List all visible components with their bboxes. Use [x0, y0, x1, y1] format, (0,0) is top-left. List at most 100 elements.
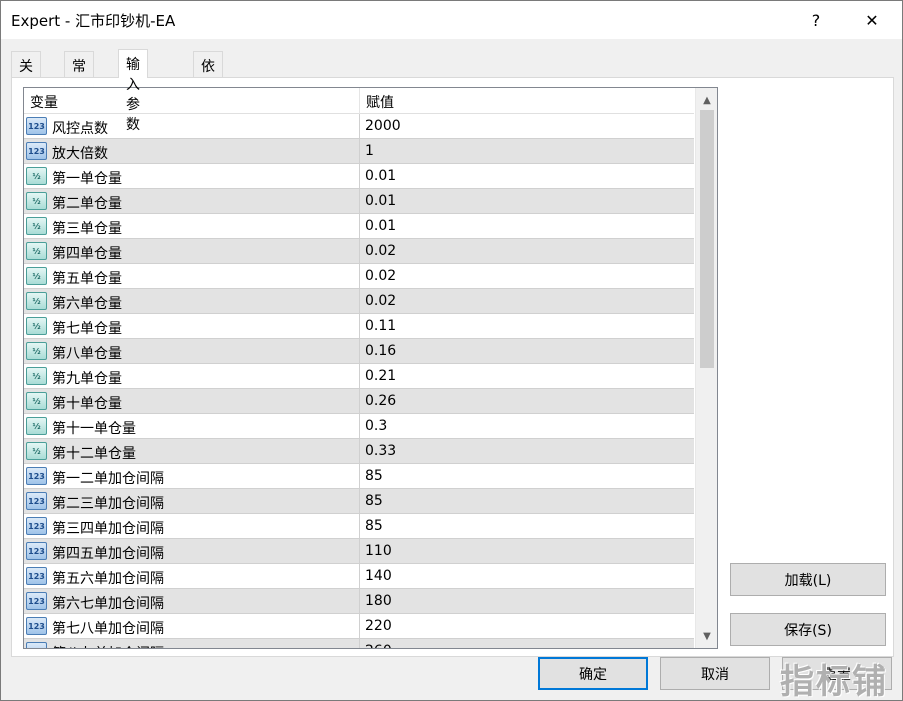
parameter-value[interactable]: 85: [365, 518, 383, 534]
parameter-name: 第四五单加仓间隔: [52, 546, 164, 562]
table-row[interactable]: 123 第六七单加仓间隔 180: [24, 589, 694, 614]
parameter-value[interactable]: 0.11: [365, 318, 396, 334]
parameter-value[interactable]: 85: [365, 468, 383, 484]
double-param-icon: ½: [26, 317, 47, 335]
parameter-value[interactable]: 0.01: [365, 218, 396, 234]
parameter-name: 第九单仓量: [52, 371, 122, 387]
ok-button[interactable]: 确定: [538, 657, 648, 690]
cell-divider: [359, 564, 360, 589]
integer-param-icon: 123: [26, 492, 47, 510]
tab-common[interactable]: 常用: [64, 51, 94, 95]
table-row[interactable]: ½ 第三单仓量 0.01: [24, 214, 694, 239]
grid-rows: 123 风控点数 2000 123 放大倍数 1 ½ 第一单仓量 0.01 ½ 第二单仓量 0.01 ½…: [24, 114, 694, 648]
scroll-thumb[interactable]: [700, 110, 714, 368]
table-row[interactable]: 123 第四五单加仓间隔 110: [24, 539, 694, 564]
parameter-name: 第八单仓量: [52, 346, 122, 362]
cell-divider: [359, 414, 360, 439]
parameter-value[interactable]: 260: [365, 643, 392, 648]
integer-param-icon: 123: [26, 117, 47, 135]
double-param-icon: ½: [26, 167, 47, 185]
parameter-name: 风控点数: [52, 121, 108, 137]
cell-divider: [359, 464, 360, 489]
save-button[interactable]: 保存(S): [730, 613, 886, 646]
watermark-logo: 指标铺: [780, 662, 888, 701]
table-row[interactable]: ½ 第十单仓量 0.26: [24, 389, 694, 414]
parameter-value[interactable]: 0.02: [365, 293, 396, 309]
table-row[interactable]: ½ 第六单仓量 0.02: [24, 289, 694, 314]
parameter-value[interactable]: 140: [365, 568, 392, 584]
table-row[interactable]: ½ 第八单仓量 0.16: [24, 339, 694, 364]
double-param-icon: ½: [26, 367, 47, 385]
parameter-name: 第七八单加仓间隔: [52, 621, 164, 637]
table-row[interactable]: ½ 第一单仓量 0.01: [24, 164, 694, 189]
table-row[interactable]: 123 风控点数 2000: [24, 114, 694, 139]
parameter-value[interactable]: 85: [365, 493, 383, 509]
parameter-value[interactable]: 0.16: [365, 343, 396, 359]
parameter-name: 第一单仓量: [52, 171, 122, 187]
vertical-scrollbar[interactable]: ▲ ▼: [695, 88, 717, 648]
parameter-value[interactable]: 220: [365, 618, 392, 634]
parameter-name: 第八九单加仓间隔: [52, 643, 164, 648]
cancel-button[interactable]: 取消: [660, 657, 770, 690]
parameter-value[interactable]: 0.02: [365, 268, 396, 284]
parameter-value[interactable]: 0.02: [365, 243, 396, 259]
integer-param-icon: 123: [26, 542, 47, 560]
cell-divider: [359, 389, 360, 414]
table-row[interactable]: 123 第三四单加仓间隔 85: [24, 514, 694, 539]
table-row[interactable]: 123 第五六单加仓间隔 140: [24, 564, 694, 589]
cell-divider: [359, 114, 360, 139]
title-bar[interactable]: Expert - 汇市印钞机-EA ? ✕: [1, 1, 902, 39]
tab-about[interactable]: 关于: [11, 51, 41, 95]
table-row[interactable]: ½ 第七单仓量 0.11: [24, 314, 694, 339]
grid-header: 变量 赋值: [24, 88, 694, 114]
help-button[interactable]: ?: [793, 1, 839, 39]
parameter-name: 第六七单加仓间隔: [52, 596, 164, 612]
tab-inputs[interactable]: 输入参数: [118, 49, 148, 133]
table-row[interactable]: 123 第一二单加仓间隔 85: [24, 464, 694, 489]
expert-properties-dialog: Expert - 汇市印钞机-EA ? ✕ 关于 常用 输入参数 依存关系 变量…: [0, 0, 903, 701]
table-row[interactable]: ½ 第十二单仓量 0.33: [24, 439, 694, 464]
parameter-value[interactable]: 0.33: [365, 443, 396, 459]
cell-divider: [359, 539, 360, 564]
parameter-name: 第三单仓量: [52, 221, 122, 237]
table-row[interactable]: 123 第二三单加仓间隔 85: [24, 489, 694, 514]
window-title: Expert - 汇市印钞机-EA: [11, 12, 176, 30]
table-row[interactable]: ½ 第五单仓量 0.02: [24, 264, 694, 289]
cell-divider: [359, 289, 360, 314]
scroll-up-arrow-icon[interactable]: ▲: [696, 90, 717, 110]
table-row[interactable]: ½ 第九单仓量 0.21: [24, 364, 694, 389]
column-divider[interactable]: [359, 88, 360, 114]
parameter-name: 第二三单加仓间隔: [52, 496, 164, 512]
parameter-value[interactable]: 0.26: [365, 393, 396, 409]
table-row[interactable]: 123 第七八单加仓间隔 220: [24, 614, 694, 639]
load-button[interactable]: 加载(L): [730, 563, 886, 596]
cell-divider: [359, 639, 360, 648]
parameter-name: 第二单仓量: [52, 196, 122, 212]
inputs-grid[interactable]: 变量 赋值 123 风控点数 2000 123 放大倍数 1 ½ 第一单仓量 0.01 ½ 第二单仓…: [23, 87, 718, 649]
column-header-variable[interactable]: 变量: [30, 92, 58, 112]
tab-dependencies[interactable]: 依存关系: [193, 51, 223, 135]
parameter-name: 第六单仓量: [52, 296, 122, 312]
table-row[interactable]: ½ 第十一单仓量 0.3: [24, 414, 694, 439]
table-row[interactable]: ½ 第四单仓量 0.02: [24, 239, 694, 264]
close-button[interactable]: ✕: [849, 1, 895, 39]
double-param-icon: ½: [26, 217, 47, 235]
parameter-name: 第十单仓量: [52, 396, 122, 412]
table-row[interactable]: 123 放大倍数 1: [24, 139, 694, 164]
table-row[interactable]: ½ 第二单仓量 0.01: [24, 189, 694, 214]
parameter-value[interactable]: 0.01: [365, 168, 396, 184]
table-row[interactable]: 123 第八九单加仓间隔 260: [24, 639, 694, 648]
parameter-value[interactable]: 110: [365, 543, 392, 559]
parameter-value[interactable]: 180: [365, 593, 392, 609]
scroll-down-arrow-icon[interactable]: ▼: [696, 626, 717, 646]
double-param-icon: ½: [26, 417, 47, 435]
cell-divider: [359, 489, 360, 514]
cell-divider: [359, 239, 360, 264]
parameter-value[interactable]: 0.21: [365, 368, 396, 384]
column-header-value[interactable]: 赋值: [366, 92, 394, 112]
parameter-value[interactable]: 0.3: [365, 418, 387, 434]
parameter-value[interactable]: 0.01: [365, 193, 396, 209]
parameter-value[interactable]: 1: [365, 143, 374, 159]
cell-divider: [359, 439, 360, 464]
parameter-value[interactable]: 2000: [365, 118, 401, 134]
